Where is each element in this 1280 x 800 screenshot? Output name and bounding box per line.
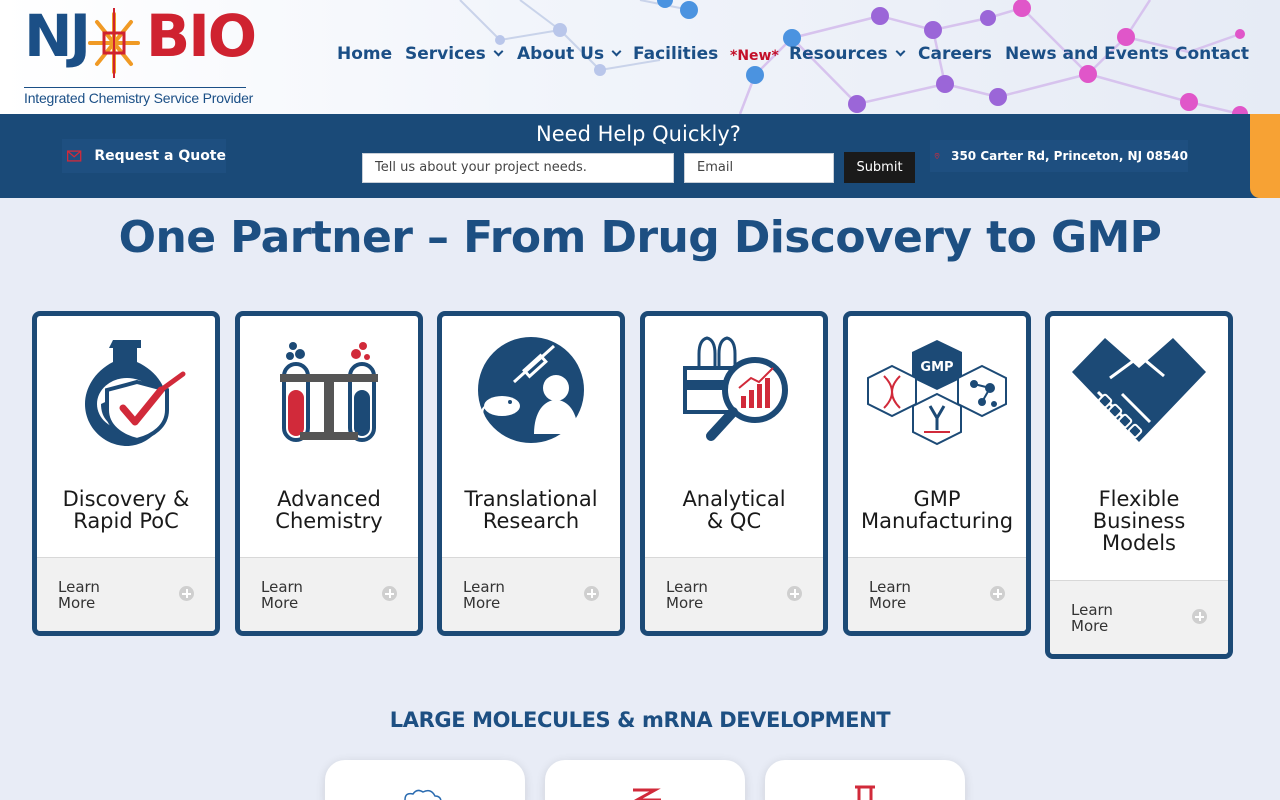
card-advanced-chemistry[interactable]: Advanced Chemistry Learn More — [235, 311, 423, 636]
nav-services-label: Services — [405, 44, 486, 64]
learn-more-word: More — [58, 594, 96, 612]
learn-more-label: Learn More — [463, 579, 533, 611]
card-title: Analytical & QC — [645, 488, 823, 532]
card-title: Translational Research — [442, 488, 620, 532]
logo-tagline: Integrated Chemistry Service Provider — [24, 87, 253, 106]
nav-facilities[interactable]: Facilities — [633, 44, 718, 64]
researcher-syringe-icon — [478, 337, 584, 443]
cloud-icon — [404, 789, 442, 800]
logo-star-icon — [88, 8, 140, 78]
logo-nj-text: NJ — [24, 2, 91, 70]
address-text: 350 Carter Rd, Princeton, NJ 08540 — [951, 149, 1188, 163]
card-title-line: & QC — [706, 509, 762, 533]
card-gmp-manufacturing[interactable]: GMP GMP Manufacturing Learn More — [843, 311, 1031, 636]
card-title-line: Research — [482, 509, 580, 533]
test-tube-icon — [855, 785, 875, 800]
learn-more-label: Learn More — [869, 579, 939, 611]
card-title: Flexible Business Models — [1050, 488, 1228, 554]
card-title: GMP Manufacturing — [848, 488, 1026, 532]
card-title-line: Models — [1102, 531, 1176, 555]
learn-more-word: More — [666, 594, 704, 612]
quote-envelope-icon — [66, 150, 82, 162]
plus-icon — [179, 586, 194, 601]
card-title-line: Advanced — [277, 487, 381, 511]
magnifier-chart-icon — [683, 336, 788, 441]
learn-more-toggle[interactable]: Learn More — [1050, 580, 1228, 654]
nav-careers[interactable]: Careers — [918, 44, 992, 64]
plus-icon — [382, 586, 397, 601]
test-tubes-icon — [280, 342, 378, 442]
mini-card[interactable] — [545, 760, 745, 800]
card-title-line: Discovery & — [62, 487, 190, 511]
mini-card[interactable] — [325, 760, 525, 800]
request-quote-button[interactable]: Request a Quote — [62, 139, 226, 173]
card-title-line: GMP — [913, 487, 961, 511]
page-headline: One Partner – From Drug Discovery to GMP — [118, 212, 1162, 263]
card-title-line: Rapid PoC — [73, 509, 179, 533]
svg-text:GMP: GMP — [920, 360, 953, 375]
nav-about[interactable]: About Us — [517, 44, 622, 64]
help-title: Need Help Quickly? — [536, 122, 741, 146]
card-title-line: Business — [1092, 509, 1186, 533]
nav-resources-label: Resources — [789, 44, 888, 64]
flask-shield-check-icon — [85, 340, 186, 446]
plus-icon — [1192, 609, 1207, 624]
submit-button[interactable]: Submit — [844, 152, 915, 183]
learn-more-label: Learn More — [58, 579, 128, 611]
logo-bio-text: BIO — [146, 2, 257, 70]
learn-more-label: Learn More — [261, 579, 331, 611]
learn-more-word: More — [1071, 617, 1109, 635]
site-header: NJ BIO Integrated Chemistry Service Prov… — [0, 0, 1280, 114]
nav-resources[interactable]: Resources — [789, 44, 906, 64]
card-analytical-qc[interactable]: Analytical & QC Learn More — [640, 311, 828, 636]
learn-more-toggle[interactable]: Learn More — [240, 557, 418, 631]
card-title: Discovery & Rapid PoC — [37, 488, 215, 532]
site-logo[interactable]: NJ BIO Integrated Chemistry Service Prov… — [24, 2, 257, 108]
learn-more-word: More — [463, 594, 501, 612]
card-flexible-business-models[interactable]: Flexible Business Models Learn More — [1045, 311, 1233, 659]
location-pin-icon — [934, 153, 940, 160]
card-title-line: Analytical — [682, 487, 786, 511]
nav-home[interactable]: Home — [337, 44, 392, 64]
address-link[interactable]: 350 Carter Rd, Princeton, NJ 08540 — [930, 140, 1188, 172]
chevron-down-icon — [895, 46, 906, 57]
project-needs-input[interactable]: Tell us about your project needs. — [362, 153, 674, 183]
nav-about-label: About Us — [517, 44, 605, 64]
plus-icon — [787, 586, 802, 601]
nav-services[interactable]: Services — [405, 44, 504, 64]
card-discovery[interactable]: Discovery & Rapid PoC Learn More — [32, 311, 220, 636]
email-field[interactable]: Email — [684, 153, 834, 183]
section-heading: LARGE MOLECULES & mRNA DEVELOPMENT — [389, 708, 891, 732]
side-tab[interactable] — [1250, 114, 1280, 198]
new-badge: *New* — [730, 48, 779, 64]
zigzag-icon — [633, 788, 661, 800]
learn-more-label: Learn More — [1071, 602, 1141, 634]
card-title-line: Manufacturing — [860, 509, 1014, 533]
learn-more-word: More — [869, 594, 907, 612]
gmp-hexagons-icon: GMP — [867, 340, 1007, 446]
chevron-down-icon — [611, 46, 622, 57]
handshake-icon — [1072, 338, 1206, 442]
learn-more-toggle[interactable]: Learn More — [442, 557, 620, 631]
learn-more-toggle[interactable]: Learn More — [645, 557, 823, 631]
card-title-line: Flexible — [1098, 487, 1180, 511]
plus-icon — [990, 586, 1005, 601]
card-title-line: Translational — [464, 487, 598, 511]
card-title-line: Chemistry — [275, 509, 383, 533]
chevron-down-icon — [493, 46, 504, 57]
mini-card[interactable] — [765, 760, 965, 800]
card-translational-research[interactable]: Translational Research Learn More — [437, 311, 625, 636]
learn-more-label: Learn More — [666, 579, 736, 611]
nav-news[interactable]: News and Events — [1005, 44, 1169, 64]
learn-more-toggle[interactable]: Learn More — [848, 557, 1026, 631]
learn-more-word: More — [261, 594, 299, 612]
request-quote-label: Request a Quote — [94, 148, 226, 164]
plus-icon — [584, 586, 599, 601]
learn-more-toggle[interactable]: Learn More — [37, 557, 215, 631]
card-title: Advanced Chemistry — [240, 488, 418, 532]
nav-contact[interactable]: Contact — [1175, 44, 1249, 64]
